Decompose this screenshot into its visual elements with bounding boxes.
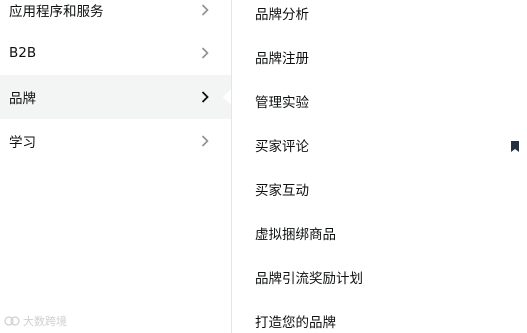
- submenu-item-brand-referral-bonus[interactable]: 品牌引流奖励计划: [255, 270, 363, 288]
- menu-item-apps-services[interactable]: 应用程序和服务: [0, 0, 231, 32]
- submenu-item-manage-experiments[interactable]: 管理实验: [255, 94, 309, 112]
- submenu-item-brand-registry[interactable]: 品牌注册: [255, 50, 309, 68]
- submenu-item-customer-reviews[interactable]: 买家评论: [255, 138, 309, 156]
- submenu-item-brand-analytics[interactable]: 品牌分析: [255, 6, 309, 24]
- menu-item-learn[interactable]: 学习: [0, 119, 231, 163]
- submenu-item-customer-engagement[interactable]: 买家互动: [255, 182, 309, 200]
- menu-item-brands[interactable]: 品牌: [0, 75, 231, 119]
- submenu-item-build-your-brand[interactable]: 打造您的品牌: [255, 314, 336, 332]
- chevron-right-icon: [198, 46, 212, 60]
- menu-flyout: 应用程序和服务 B2B 品牌 学习 品牌分析 品牌注册 管理实验 买家评论 买家…: [0, 0, 527, 333]
- brands-submenu: 品牌分析 品牌注册 管理实验 买家评论 买家互动 虚拟捆绑商品 品牌引流奖励计划…: [232, 0, 527, 333]
- menu-item-label: 品牌: [9, 91, 36, 107]
- watermark: 大数跨境: [4, 313, 67, 329]
- chevron-right-icon: [198, 90, 212, 104]
- chevron-right-icon: [198, 3, 212, 17]
- menu-item-b2b[interactable]: B2B: [0, 31, 231, 75]
- menu-item-label: B2B: [9, 45, 37, 61]
- category-menu: 应用程序和服务 B2B 品牌 学习: [0, 0, 231, 333]
- bookmark-icon[interactable]: [511, 141, 519, 152]
- submenu-item-virtual-bundles[interactable]: 虚拟捆绑商品: [255, 226, 336, 244]
- watermark-text: 大数跨境: [23, 315, 67, 328]
- menu-item-label: 应用程序和服务: [9, 4, 104, 20]
- flyout-pointer: [223, 89, 231, 105]
- watermark-logo-icon: [4, 316, 20, 326]
- chevron-right-icon: [198, 134, 212, 148]
- menu-item-label: 学习: [9, 135, 36, 151]
